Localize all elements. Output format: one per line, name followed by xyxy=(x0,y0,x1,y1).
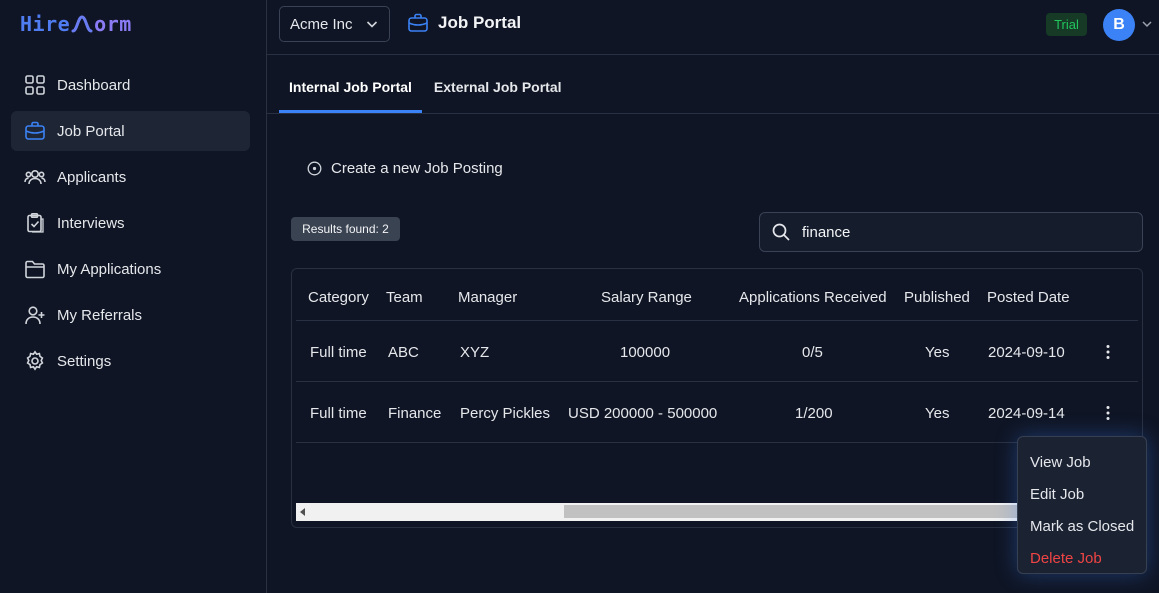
results-count-badge: Results found: 2 xyxy=(291,217,400,241)
sidebar-item-dashboard[interactable]: Dashboard xyxy=(11,65,250,105)
wave-logo-icon xyxy=(71,15,93,33)
sidebar-item-label: Settings xyxy=(57,352,112,370)
org-select[interactable]: Acme Inc xyxy=(279,6,390,42)
chevron-down-icon[interactable] xyxy=(1141,18,1153,30)
tab-external-job-portal[interactable]: External Job Portal xyxy=(424,70,572,113)
sidebar-item-my-referrals[interactable]: My Referrals xyxy=(11,295,250,335)
cell-team: Finance xyxy=(388,405,442,422)
sidebar-item-label: Interviews xyxy=(57,214,125,232)
sidebar-item-settings[interactable]: Settings xyxy=(11,341,250,381)
cell-category: Full time xyxy=(310,405,367,422)
column-header-category[interactable]: Category xyxy=(308,289,369,306)
column-header-posted-date[interactable]: Posted Date xyxy=(987,289,1070,306)
sidebar-item-label: Dashboard xyxy=(57,76,131,94)
user-plus-icon xyxy=(24,304,46,326)
briefcase-icon xyxy=(408,13,428,32)
brand-logo[interactable]: Hire orm xyxy=(20,10,132,38)
cell-salary-range: 100000 xyxy=(620,344,671,361)
sidebar-item-applicants[interactable]: Applicants xyxy=(11,157,250,197)
sidebar-item-interviews[interactable]: Interviews xyxy=(11,203,250,243)
sidebar-item-label: Applicants xyxy=(57,168,127,186)
sidebar-item-job-portal[interactable]: Job Portal xyxy=(11,111,250,151)
scrollbar-thumb[interactable] xyxy=(564,505,1034,518)
column-header-team[interactable]: Team xyxy=(386,289,423,306)
cell-published: Yes xyxy=(925,344,950,361)
menu-item-view-job[interactable]: View Job xyxy=(1018,446,1146,478)
grid-icon xyxy=(24,74,46,96)
cell-posted-date: 2024-09-10 xyxy=(988,344,1065,361)
row-divider xyxy=(296,320,1138,321)
org-select-value: Acme Inc xyxy=(290,15,353,33)
tab-bar: Internal Job Portal External Job Portal xyxy=(279,70,572,114)
search-box[interactable] xyxy=(759,212,1143,252)
column-header-manager[interactable]: Manager xyxy=(458,289,517,306)
sidebar: Hire orm Dashboard Job Portal Applicants… xyxy=(0,0,267,593)
menu-item-mark-as-closed[interactable]: Mark as Closed xyxy=(1018,510,1146,542)
trial-badge: Trial xyxy=(1046,13,1087,36)
cell-posted-date: 2024-09-14 xyxy=(988,405,1065,422)
search-input[interactable] xyxy=(802,223,1122,241)
kebab-menu-icon[interactable] xyxy=(1100,404,1116,422)
cell-applications-received: 1/200 xyxy=(795,405,833,422)
plus-circle-icon xyxy=(307,161,322,176)
cell-applications-received: 0/5 xyxy=(802,344,823,361)
top-header: Acme Inc Job Portal Trial B xyxy=(267,0,1159,55)
menu-item-delete-job[interactable]: Delete Job xyxy=(1018,542,1146,574)
page-title-text: Job Portal xyxy=(438,13,522,32)
cell-manager: Percy Pickles xyxy=(460,405,551,422)
jobs-table: Category Team Manager Salary Range Appli… xyxy=(291,268,1143,528)
row-actions-menu: View Job Edit Job Mark as Closed Delete … xyxy=(1017,436,1147,574)
gear-icon xyxy=(24,350,46,372)
cell-category: Full time xyxy=(310,344,367,361)
cell-team: ABC xyxy=(388,344,419,361)
sidebar-item-label: Job Portal xyxy=(57,122,125,140)
cell-published: Yes xyxy=(925,405,950,422)
create-job-posting-button[interactable]: Create a new Job Posting xyxy=(307,160,503,177)
row-divider xyxy=(296,442,1138,443)
cell-salary-range: USD 200000 - 500000 xyxy=(568,405,718,422)
kebab-menu-icon[interactable] xyxy=(1100,343,1116,361)
cell-manager: XYZ xyxy=(460,344,490,361)
folder-icon xyxy=(24,258,46,280)
horizontal-scrollbar[interactable] xyxy=(296,503,1138,521)
tab-internal-job-portal[interactable]: Internal Job Portal xyxy=(279,70,422,113)
sidebar-nav: Dashboard Job Portal Applicants Intervie… xyxy=(11,65,250,387)
search-icon xyxy=(772,223,790,241)
briefcase-icon xyxy=(24,120,46,142)
page-title: Job Portal xyxy=(407,12,521,34)
chevron-down-icon xyxy=(366,21,378,28)
clipboard-check-icon xyxy=(24,212,46,234)
users-icon xyxy=(24,166,46,188)
brand-logo-part1: Hire xyxy=(20,12,71,36)
scroll-left-arrow-icon[interactable] xyxy=(300,508,305,516)
column-header-salary-range[interactable]: Salary Range xyxy=(601,289,692,306)
sidebar-item-label: My Applications xyxy=(57,260,162,278)
column-header-published[interactable]: Published xyxy=(904,289,970,306)
menu-item-edit-job[interactable]: Edit Job xyxy=(1018,478,1146,510)
brand-logo-part2: orm xyxy=(94,12,132,36)
column-header-applications-received[interactable]: Applications Received xyxy=(739,289,887,306)
row-divider xyxy=(296,381,1138,382)
create-job-posting-label: Create a new Job Posting xyxy=(331,160,503,177)
avatar[interactable]: B xyxy=(1103,9,1135,41)
sidebar-item-my-applications[interactable]: My Applications xyxy=(11,249,250,289)
sidebar-item-label: My Referrals xyxy=(57,306,143,324)
